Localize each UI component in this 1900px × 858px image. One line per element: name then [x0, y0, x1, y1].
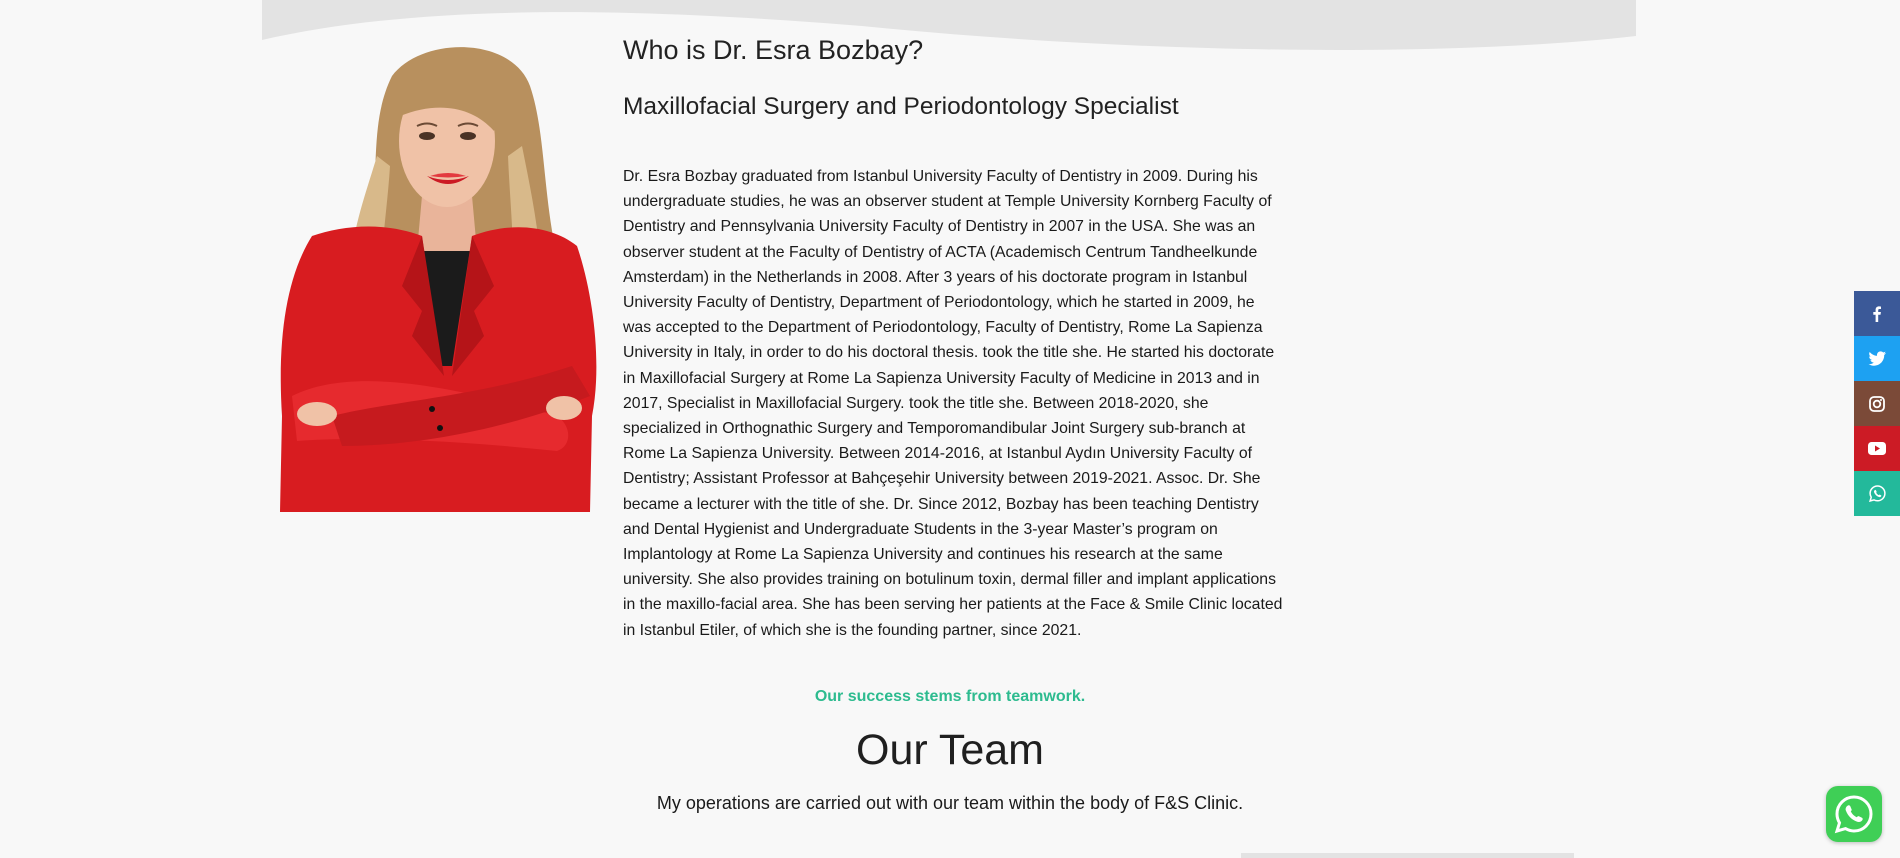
twitter-icon: [1868, 350, 1886, 366]
doctor-portrait: [280, 47, 597, 512]
team-description: My operations are carried out with our t…: [656, 793, 1244, 813]
team-kicker: Our success stems from teamwork.: [814, 688, 1086, 705]
youtube-link[interactable]: [1854, 426, 1900, 471]
facebook-icon: [1873, 305, 1881, 322]
whatsapp-link[interactable]: [1854, 471, 1900, 516]
whatsapp-icon: [1834, 795, 1873, 834]
youtube-icon: [1868, 442, 1886, 455]
facebook-link[interactable]: [1854, 291, 1900, 336]
whatsapp-chat-button[interactable]: [1826, 786, 1882, 842]
bio-text: Dr. Esra Bozbay graduated from Istanbul …: [623, 168, 1283, 639]
instagram-icon: [1869, 395, 1885, 412]
twitter-link[interactable]: [1854, 336, 1900, 381]
bio-subheading: Maxillofacial Surgery and Periodontology…: [623, 93, 1179, 120]
team-card-top-edge: [1241, 853, 1574, 858]
social-sidebar: [1854, 291, 1900, 516]
whatsapp-icon: [1868, 485, 1886, 502]
bio-heading: Who is Dr. Esra Bozbay?: [623, 35, 924, 65]
doctor-bio-section: Who is Dr. Esra Bozbay? Maxillofacial Su…: [623, 30, 1283, 643]
instagram-link[interactable]: [1854, 381, 1900, 426]
team-title: Our Team: [856, 726, 1044, 774]
